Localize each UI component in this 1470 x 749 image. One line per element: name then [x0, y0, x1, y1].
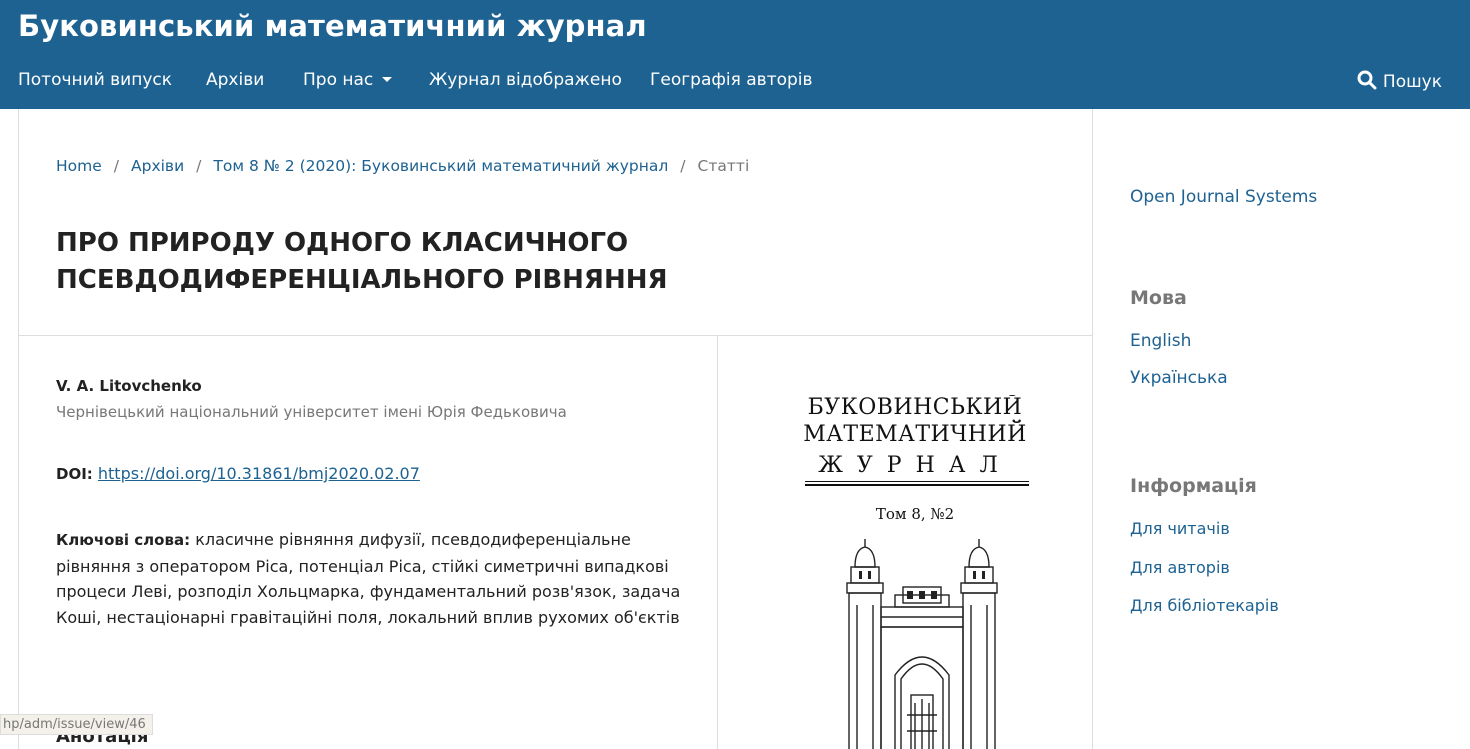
breadcrumb-separator: / [680, 157, 686, 175]
chevron-down-icon [382, 77, 393, 82]
doi-label: DOI: [56, 465, 93, 483]
search-button[interactable]: Пошук [1357, 70, 1442, 92]
nav-item-archives[interactable]: Архіви [206, 70, 264, 90]
breadcrumb-archives[interactable]: Архіви [131, 157, 184, 175]
site-title[interactable]: Буковинський математичний журнал [18, 9, 647, 43]
keywords: Ключові слова: класичне рівняння дифузії… [56, 527, 696, 630]
author-affiliation: Чернівецький національний університет ім… [56, 403, 567, 421]
cover-title-line2: МАТЕМАТИЧНИЙ [803, 422, 1027, 447]
column-divider [717, 335, 718, 749]
sidebar-heading-language: Мова [1130, 287, 1187, 309]
search-icon [1357, 70, 1377, 90]
nav-item-indexed[interactable]: Журнал відображено [429, 70, 622, 90]
doi-link[interactable]: https://doi.org/10.31861/bmj2020.02.07 [98, 464, 420, 483]
language-ukrainian[interactable]: Українська [1130, 368, 1228, 388]
breadcrumb-current: Статті [697, 157, 750, 175]
sidebar-link-ojs[interactable]: Open Journal Systems [1130, 187, 1317, 207]
search-label: Пошук [1382, 72, 1442, 92]
nav-item-about-label: Про нас [303, 70, 374, 90]
breadcrumb-issue[interactable]: Том 8 № 2 (2020): Буковинський математич… [213, 157, 668, 175]
doi: DOI: https://doi.org/10.31861/bmj2020.02… [56, 464, 420, 483]
cover-rule [805, 481, 1029, 482]
breadcrumb-home[interactable]: Home [56, 157, 102, 175]
building-illustration [846, 539, 998, 749]
author-name: V. A. Litovchenko [56, 377, 202, 395]
issue-cover-image[interactable]: БУКОВИНСЬКИЙ МАТЕМАТИЧНИЙ ЖУРНАЛ Том 8, … [801, 395, 1029, 749]
sidebar-link-readers[interactable]: Для читачів [1130, 519, 1230, 538]
keywords-label: Ключові слова: [56, 531, 191, 549]
cover-title-line3: ЖУРНАЛ [818, 453, 1012, 478]
page-title-line1: ПРО ПРИРОДУ ОДНОГО КЛАСИЧНОГО [56, 228, 629, 258]
cover-title-line1: БУКОВИНСЬКИЙ [807, 395, 1023, 420]
breadcrumb-separator: / [113, 157, 120, 175]
breadcrumb: Home / Архіви / Том 8 № 2 (2020): Буковинськ… [56, 157, 749, 175]
cover-rule [805, 484, 1029, 486]
sidebar-heading-information: Інформація [1130, 475, 1257, 497]
browser-status-url: hp/adm/issue/view/46 [0, 714, 153, 735]
divider [19, 335, 1093, 336]
nav-item-authors-geography[interactable]: Географія авторів [650, 70, 813, 90]
page-title-line2: ПСЕВДОДИФЕРЕНЦІАЛЬНОГО РІВНЯННЯ [56, 265, 668, 295]
nav-item-current-issue[interactable]: Поточний випуск [18, 70, 172, 90]
main-content: Home / Архіви / Том 8 № 2 (2020): Буковинськ… [18, 109, 1093, 749]
nav-item-about[interactable]: Про нас [303, 70, 393, 90]
sidebar-link-authors[interactable]: Для авторів [1130, 558, 1230, 577]
cover-volume: Том 8, №2 [875, 505, 955, 523]
language-english[interactable]: English [1130, 331, 1191, 351]
sidebar-link-librarians[interactable]: Для бібліотекарів [1130, 596, 1279, 615]
site-header: Буковинський математичний журнал Поточни… [0, 0, 1470, 109]
page-title: ПРО ПРИРОДУ ОДНОГО КЛАСИЧНОГО ПСЕВДОДИФЕ… [56, 225, 876, 299]
breadcrumb-separator: / [196, 157, 202, 175]
